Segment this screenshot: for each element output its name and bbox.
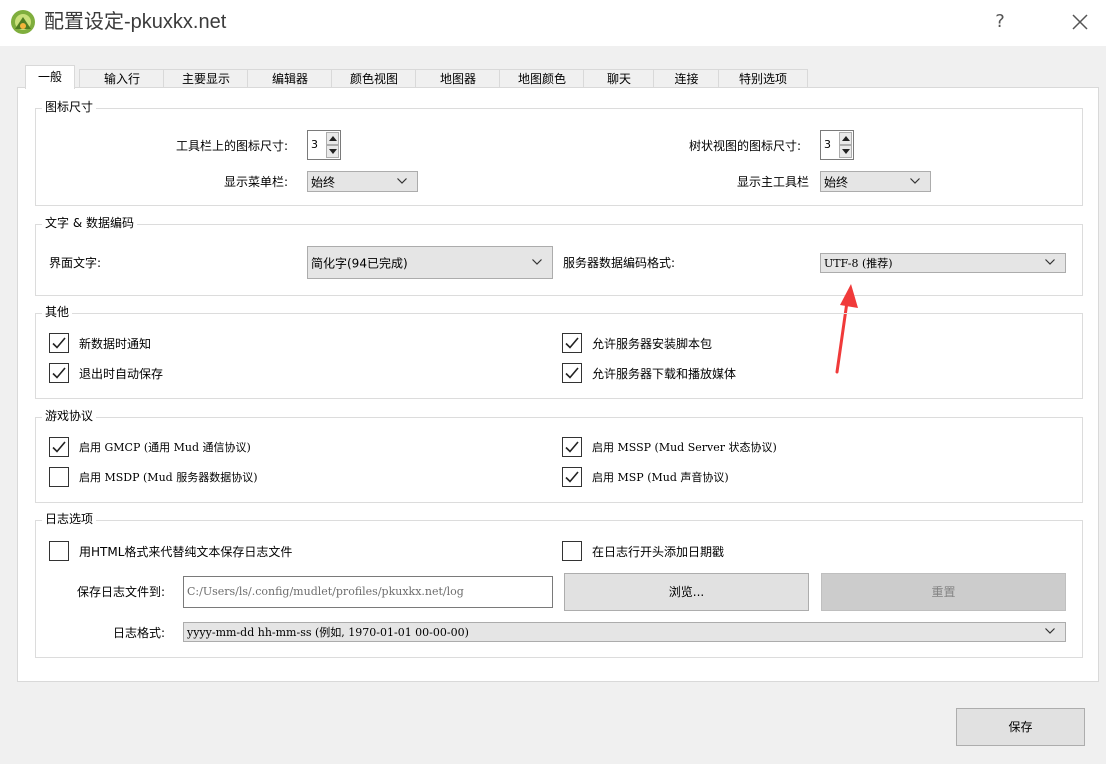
toolbar-icon-size-label: 工具栏上的图标尺寸: (176, 139, 289, 153)
tab-color-view[interactable]: 颜色视图 (331, 69, 417, 88)
allow-server-scripts-checkbox[interactable] (562, 333, 582, 353)
tab-main-display[interactable]: 主要显示 (163, 69, 249, 88)
game-protocols-group (35, 417, 1083, 503)
close-icon (1072, 14, 1088, 30)
chevron-down-icon (532, 258, 542, 265)
show-main-toolbar-label: 显示主工具栏 (737, 175, 810, 189)
server-encoding-label: 服务器数据编码格式: (563, 256, 676, 270)
tab-connection[interactable]: 连接 (653, 69, 720, 88)
log-format-value: yyyy-mm-dd hh-mm-ss (例如, 1970-01-01 00-0… (187, 626, 469, 639)
icon-size-group-title: 图标尺寸 (42, 100, 97, 114)
toolbar-icon-size-value: 3 (311, 138, 318, 151)
tab-editor[interactable]: 编辑器 (247, 69, 333, 88)
gmcp-checkbox[interactable] (49, 437, 69, 457)
show-menubar-combo[interactable]: 始终 (307, 171, 418, 192)
tab-input-line[interactable]: 输入行 (79, 69, 165, 88)
chevron-down-icon (1045, 628, 1055, 634)
spin-down-button[interactable] (839, 145, 852, 158)
autosave-on-exit-checkbox[interactable] (49, 363, 69, 383)
server-encoding-value: UTF-8 (推荐) (824, 257, 893, 270)
close-button[interactable] (1068, 10, 1092, 34)
spin-down-button[interactable] (326, 145, 339, 158)
toolbar-icon-size-spinbox[interactable]: 3 (307, 130, 341, 160)
log-html-checkbox[interactable] (49, 541, 69, 561)
show-menubar-value: 始终 (311, 175, 336, 189)
tab-chat[interactable]: 聊天 (583, 69, 655, 88)
log-options-group-title: 日志选项 (42, 512, 97, 526)
tab-mapper[interactable]: 地图器 (415, 69, 501, 88)
save-button[interactable]: 保存 (956, 708, 1085, 746)
msp-label: 启用 MSP (Mud 声音协议) (592, 471, 729, 484)
tab-general[interactable]: 一般 (25, 65, 75, 89)
checkmark-icon (565, 367, 579, 379)
tree-icon-size-value: 3 (824, 138, 831, 151)
tree-icon-size-spinbox[interactable]: 3 (820, 130, 854, 160)
checkmark-icon (565, 471, 579, 483)
log-timestamp-label: 在日志行开头添加日期戳 (592, 545, 725, 559)
log-format-combo[interactable]: yyyy-mm-dd hh-mm-ss (例如, 1970-01-01 00-0… (183, 622, 1066, 642)
spin-up-button[interactable] (326, 132, 339, 145)
msp-checkbox[interactable] (562, 467, 582, 487)
chevron-down-icon (1045, 259, 1055, 265)
arrow-up-icon (842, 136, 850, 141)
allow-server-media-checkbox[interactable] (562, 363, 582, 383)
spin-up-button[interactable] (839, 132, 852, 145)
msdp-label: 启用 MSDP (Mud 服务器数据协议) (79, 471, 258, 484)
reset-button[interactable]: 重置 (821, 573, 1066, 611)
checkmark-icon (52, 441, 66, 453)
tab-special-options[interactable]: 特别选项 (718, 69, 808, 88)
show-main-toolbar-value: 始终 (824, 175, 849, 189)
ui-language-label: 界面文字: (49, 256, 102, 270)
tab-map-colors[interactable]: 地图颜色 (499, 69, 585, 88)
help-button[interactable]: ? (990, 10, 1010, 34)
mudlet-app-icon (10, 9, 36, 35)
browse-button[interactable]: 浏览... (564, 573, 809, 611)
chevron-down-icon (397, 177, 407, 184)
log-path-input[interactable]: C:/Users/ls/.config/mudlet/profiles/pkux… (183, 576, 553, 608)
log-format-label: 日志格式: (113, 626, 166, 640)
checkmark-icon (52, 367, 66, 379)
log-save-path-label: 保存日志文件到: (77, 585, 166, 599)
show-menubar-label: 显示菜单栏: (224, 175, 289, 189)
arrow-up-icon (329, 136, 337, 141)
log-html-label: 用HTML格式来代替纯文本保存日志文件 (79, 545, 293, 559)
window-title: 配置设定-pkuxkx.net (44, 11, 227, 33)
notify-new-data-checkbox[interactable] (49, 333, 69, 353)
allow-server-media-label: 允许服务器下载和播放媒体 (592, 367, 737, 381)
gmcp-label: 启用 GMCP (通用 Mud 通信协议) (79, 441, 251, 454)
msdp-checkbox[interactable] (49, 467, 69, 487)
other-group-title: 其他 (42, 305, 73, 319)
text-encoding-group-title: 文字 & 数据编码 (42, 216, 137, 230)
other-group (35, 313, 1083, 399)
arrow-down-icon (329, 149, 337, 154)
tree-icon-size-label: 树状视图的图标尺寸: (689, 139, 802, 153)
allow-server-scripts-label: 允许服务器安装脚本包 (592, 337, 713, 351)
log-path-value: C:/Users/ls/.config/mudlet/profiles/pkux… (187, 585, 464, 598)
server-encoding-combo[interactable]: UTF-8 (推荐) (820, 253, 1066, 273)
arrow-down-icon (842, 149, 850, 154)
checkmark-icon (565, 441, 579, 453)
show-main-toolbar-combo[interactable]: 始终 (820, 171, 931, 192)
autosave-on-exit-label: 退出时自动保存 (79, 367, 164, 381)
chevron-down-icon (910, 177, 920, 184)
mssp-checkbox[interactable] (562, 437, 582, 457)
ui-language-combo[interactable]: 简化字(94已完成) (307, 246, 553, 279)
checkmark-icon (52, 337, 66, 349)
game-protocols-group-title: 游戏协议 (42, 409, 97, 423)
checkmark-icon (565, 337, 579, 349)
ui-language-value: 简化字(94已完成) (311, 256, 408, 270)
notify-new-data-label: 新数据时通知 (79, 337, 152, 351)
log-timestamp-checkbox[interactable] (562, 541, 582, 561)
mssp-label: 启用 MSSP (Mud Server 状态协议) (592, 441, 777, 454)
